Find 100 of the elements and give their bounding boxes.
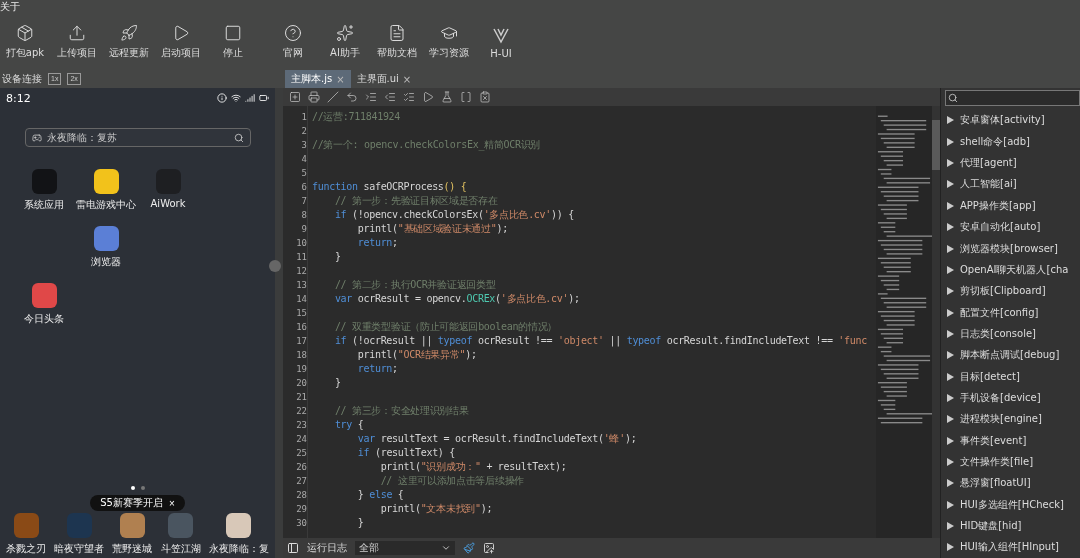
line-number: 19 bbox=[295, 363, 307, 376]
close-button[interactable]: × bbox=[168, 497, 175, 509]
tree-item[interactable]: 悬浮窗[floatUI] bbox=[941, 472, 1080, 494]
tree-item[interactable]: 脚本断点调试[debug] bbox=[941, 344, 1080, 366]
tree-item[interactable]: 安卓窗体[activity] bbox=[941, 109, 1080, 132]
list-check-icon bbox=[403, 91, 415, 103]
module-label: 剪切板[Clipboard] bbox=[960, 284, 1046, 299]
tree-item[interactable]: 代理[agent] bbox=[941, 152, 1080, 174]
line-number: 26 bbox=[295, 461, 307, 474]
line-number: 5 bbox=[300, 167, 307, 180]
app-icon[interactable] bbox=[93, 226, 119, 251]
close-icon[interactable]: × bbox=[402, 73, 412, 85]
search-field[interactable] bbox=[945, 90, 1080, 106]
editor-tool-button[interactable] bbox=[441, 91, 453, 103]
tree-item[interactable]: 剪切板[Clipboard] bbox=[941, 280, 1080, 302]
line-number: 18 bbox=[295, 349, 307, 362]
code-line: try { bbox=[333, 419, 364, 430]
expand-arrow-icon bbox=[947, 137, 954, 146]
brush-icon bbox=[463, 542, 475, 554]
editor-tool-button[interactable] bbox=[479, 91, 491, 103]
toolbar-button[interactable]: 学习资源 bbox=[424, 19, 474, 65]
editor-tool-button[interactable] bbox=[403, 91, 415, 103]
code-line: printl("OCR结果异常"); bbox=[356, 349, 477, 360]
app-label: 今日头条 bbox=[24, 312, 64, 326]
plus-square-icon bbox=[289, 91, 301, 103]
editor-tool-button[interactable] bbox=[289, 91, 301, 103]
toolbar-button[interactable]: 打包apk bbox=[0, 19, 50, 65]
toolbar-button[interactable]: 帮助文档 bbox=[372, 19, 422, 65]
code-line: printl("识别成功：" + resultText); bbox=[379, 461, 567, 472]
module-label: 日志类[console] bbox=[960, 326, 1036, 341]
graduation-cap-icon bbox=[440, 24, 458, 42]
info-icon bbox=[217, 93, 227, 103]
line-number: 16 bbox=[295, 321, 307, 334]
tree-item[interactable]: 安卓自动化[auto] bbox=[941, 216, 1080, 238]
app-label: 系统应用 bbox=[24, 198, 64, 212]
tree-item[interactable]: 配置文件[config] bbox=[941, 301, 1080, 324]
tree-item[interactable]: 进程模块[engine] bbox=[941, 408, 1080, 430]
app-label: 斗笠江湖 bbox=[160, 542, 201, 556]
code-line: printl("文本未找到"); bbox=[379, 503, 493, 514]
file-tab[interactable]: 主脚本.js × bbox=[285, 70, 351, 88]
search-bar[interactable]: 永夜降临：复苏 bbox=[25, 128, 251, 147]
tree-item[interactable]: 日志类[console] bbox=[941, 323, 1080, 345]
tree-item[interactable]: 文件操作类[file] bbox=[941, 451, 1080, 473]
tree-item[interactable]: HUI输入组件[HInput] bbox=[941, 536, 1080, 558]
tree-item[interactable]: 手机设备[device] bbox=[941, 387, 1080, 409]
tree-item[interactable]: 事件类[event] bbox=[941, 429, 1080, 452]
editor-tool-button[interactable] bbox=[365, 91, 377, 103]
status-time: 8:12 bbox=[6, 91, 31, 105]
code-line: } bbox=[356, 517, 364, 528]
expand-arrow-icon bbox=[947, 201, 954, 210]
editor-tool-button[interactable] bbox=[327, 91, 339, 103]
tree-item[interactable]: 浏览器模块[browser] bbox=[941, 237, 1080, 260]
code-line: if (!opencv.checkColorsEx('多点比色.cv')) { bbox=[333, 209, 574, 220]
expand-arrow-icon bbox=[947, 265, 954, 274]
code-line: } bbox=[333, 377, 341, 388]
module-label: 代理[agent] bbox=[960, 156, 1017, 171]
app-icon[interactable] bbox=[119, 513, 145, 538]
undo-icon bbox=[346, 91, 358, 103]
toolbar-button[interactable]: 启动项目 bbox=[156, 19, 206, 65]
line-number: 23 bbox=[295, 419, 307, 432]
module-label: 事件类[event] bbox=[960, 433, 1027, 448]
floating-icon[interactable] bbox=[269, 260, 281, 272]
toolbar-button[interactable]: AI助手 bbox=[320, 19, 370, 65]
editor-tool-button[interactable] bbox=[308, 91, 320, 103]
flask-icon bbox=[441, 91, 453, 103]
line-number: 25 bbox=[295, 447, 307, 460]
tree-item[interactable]: APP操作类[app] bbox=[941, 195, 1080, 217]
menu-item[interactable]: 关于 bbox=[0, 1, 20, 13]
expand-arrow-icon bbox=[947, 479, 954, 488]
log-label: 运行日志 bbox=[307, 541, 347, 555]
tree-item[interactable]: 人工智能[ai] bbox=[941, 173, 1080, 196]
editor-tool-button[interactable] bbox=[384, 91, 396, 103]
stop-icon bbox=[224, 24, 242, 42]
app-label: AiWork bbox=[150, 198, 186, 209]
filter-dropdown[interactable]: 全部 bbox=[355, 541, 455, 555]
app-icon[interactable] bbox=[226, 513, 252, 538]
tree-item[interactable]: HUI多选组件[HCheck] bbox=[941, 493, 1080, 516]
editor-tool-button[interactable] bbox=[346, 91, 358, 103]
editor-tool-button[interactable] bbox=[422, 91, 434, 103]
tree-item[interactable]: shell命令[adb] bbox=[941, 131, 1080, 153]
expand-arrow-icon bbox=[947, 159, 954, 168]
file-tab[interactable]: 主界面.ui × bbox=[350, 70, 418, 88]
module-label: 目标[detect] bbox=[960, 369, 1020, 384]
export-button[interactable] bbox=[483, 542, 495, 554]
scrollbar-thumb[interactable] bbox=[932, 120, 940, 170]
line-number: 20 bbox=[295, 377, 307, 390]
toolbar-button[interactable]: 远程更新 bbox=[104, 19, 154, 65]
toolbar-button[interactable]: 停止 bbox=[208, 19, 258, 65]
tree-item[interactable]: 目标[detect] bbox=[941, 365, 1080, 388]
app-icon[interactable] bbox=[93, 169, 119, 194]
wifi-icon bbox=[231, 93, 241, 103]
toolbar-button[interactable]: 上传项目 bbox=[52, 19, 102, 65]
brush-button[interactable] bbox=[463, 542, 475, 554]
line-number: 12 bbox=[295, 265, 307, 278]
toolbar-button[interactable]: H-UI bbox=[476, 19, 526, 65]
expand-arrow-icon bbox=[947, 543, 954, 552]
toolbar-button[interactable]: 官网 bbox=[268, 19, 318, 65]
tree-item[interactable]: HID键盘[hid] bbox=[941, 515, 1080, 537]
editor-tool-button[interactable] bbox=[460, 91, 472, 103]
tree-item[interactable]: OpenAI聊天机器人[cha bbox=[941, 259, 1080, 281]
